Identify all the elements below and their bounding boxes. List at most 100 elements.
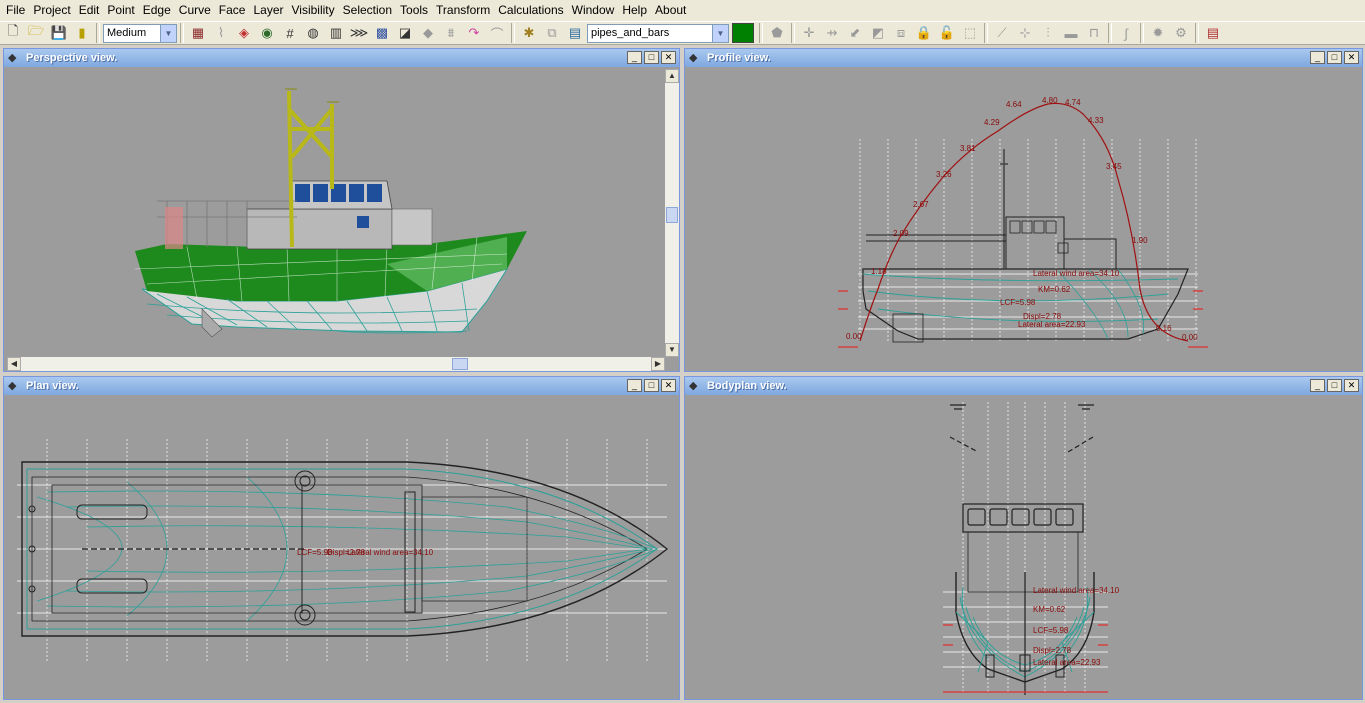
extrude-icon[interactable]: ⬋ — [844, 22, 866, 44]
profile-canvas[interactable]: 0.00 1.18 2.09 2.67 3.26 3.81 4.29 4.64 4.80 4.74… — [688, 69, 1360, 369]
face-icon[interactable]: ◩ — [867, 22, 889, 44]
close-button[interactable]: ✕ — [661, 379, 676, 392]
menu-item-window[interactable]: Window — [568, 0, 619, 21]
markers-icon[interactable]: ◉ — [256, 22, 278, 44]
layer-props-icon[interactable]: ⧉ — [541, 22, 563, 44]
new-icon[interactable]: 🗋 — [2, 22, 24, 44]
stations-icon[interactable]: ▥ — [325, 22, 347, 44]
menu-item-face[interactable]: Face — [215, 0, 250, 21]
close-button[interactable]: ✕ — [1344, 51, 1359, 64]
save-icon[interactable]: 💾 — [48, 22, 70, 44]
diagonals-icon[interactable]: ◪ — [394, 22, 416, 44]
curve-value-label: 4.29 — [984, 118, 1000, 127]
scroll-up-button[interactable]: ▲ — [665, 69, 679, 83]
menu-item-calculations[interactable]: Calculations — [494, 0, 567, 21]
perspective-canvas[interactable] — [7, 69, 665, 357]
insert-edge-icon[interactable]: ⟋ — [991, 22, 1013, 44]
layer-select[interactable]: pipes_and_bars ▼ — [587, 23, 729, 43]
collapse-icon[interactable]: ⇸ — [821, 22, 843, 44]
window-titlebar[interactable]: ◆ Perspective view. — [4, 49, 679, 67]
minimize-button[interactable]: _ — [627, 379, 642, 392]
menu-item-tools[interactable]: Tools — [396, 0, 432, 21]
minimize-button[interactable]: _ — [1310, 379, 1325, 392]
new-curve-icon[interactable]: ∫ — [1115, 22, 1137, 44]
hydrostatic-annotation: Lateral wind area=34.10 — [347, 548, 434, 557]
open-icon[interactable]: 🗁 — [25, 22, 47, 44]
horizontal-scrollbar[interactable]: ◀ ▶ — [7, 357, 665, 371]
design-hydrostatics-icon[interactable]: ▤ — [1202, 22, 1224, 44]
precision-select[interactable]: Medium ▼ — [103, 23, 177, 43]
close-button[interactable]: ✕ — [661, 51, 676, 64]
edge-crease-icon[interactable]: ▬ — [1060, 22, 1082, 44]
minimize-button[interactable]: _ — [627, 51, 642, 64]
window-titlebar[interactable]: ◆ Plan view. — [4, 377, 679, 395]
menu-item-transform[interactable]: Transform — [432, 0, 494, 21]
menu-item-help[interactable]: Help — [618, 0, 651, 21]
maximize-button[interactable]: □ — [1327, 51, 1342, 64]
layer-visibility-icon[interactable]: ✱ — [518, 22, 540, 44]
menu-item-selection[interactable]: Selection — [339, 0, 396, 21]
curve-value-label: 4.64 — [1006, 100, 1022, 109]
waterlines-icon[interactable]: ▩ — [371, 22, 393, 44]
menu-item-about[interactable]: About — [651, 0, 690, 21]
window-titlebar[interactable]: ◆ Profile view. — [685, 49, 1362, 67]
unlock-icon[interactable]: 🔓 — [936, 22, 958, 44]
hydrostatics-icon[interactable]: ◆ — [417, 22, 439, 44]
scroll-left-button[interactable]: ◀ — [7, 357, 21, 371]
menu-item-edit[interactable]: Edit — [75, 0, 104, 21]
settings-icon[interactable]: ⚙ — [1170, 22, 1192, 44]
scroll-right-button[interactable]: ▶ — [651, 357, 665, 371]
layer-assign-icon[interactable]: ⧈ — [890, 22, 912, 44]
menu-item-project[interactable]: Project — [29, 0, 74, 21]
window-icon: ◆ — [8, 380, 17, 392]
menu-item-point[interactable]: Point — [103, 0, 138, 21]
unlock-all-icon[interactable]: ⬚ — [959, 22, 981, 44]
curve-value-label: 0.00 — [846, 332, 862, 341]
menu-item-curve[interactable]: Curve — [175, 0, 215, 21]
menu-item-visibility[interactable]: Visibility — [288, 0, 339, 21]
menu-item-file[interactable]: File — [2, 0, 29, 21]
maximize-button[interactable]: □ — [644, 51, 659, 64]
spline-icon[interactable]: ⌒ — [486, 22, 508, 44]
vertical-scrollbar[interactable]: ▲ ▼ — [665, 69, 679, 357]
layer-color-icon[interactable]: ▤ — [564, 22, 586, 44]
menu-item-layer[interactable]: Layer — [249, 0, 287, 21]
curve-value-label: 1.90 — [1132, 236, 1148, 245]
split-edge-icon[interactable]: ⊹ — [1014, 22, 1036, 44]
curve-pink-icon[interactable]: ↷ — [463, 22, 485, 44]
scroll-thumb[interactable] — [452, 358, 468, 370]
close-button[interactable]: ✕ — [1344, 379, 1359, 392]
maximize-button[interactable]: □ — [1327, 379, 1342, 392]
curve-value-label: 4.74 — [1065, 98, 1081, 107]
lock-icon[interactable]: 🔒 — [913, 22, 935, 44]
exit-icon[interactable]: ▮ — [71, 22, 93, 44]
chevron-down-icon[interactable]: ▼ — [712, 24, 728, 42]
hydrostatic-annotation: Lateral wind area=34.10 — [1033, 586, 1120, 595]
interior-edges-icon[interactable]: ⌇ — [210, 22, 232, 44]
plan-canvas[interactable]: LCF=5.98 Displ=2.78 Lateral wind area=34.1… — [7, 397, 677, 697]
menu-item-edge[interactable]: Edge — [139, 0, 175, 21]
curvature-icon[interactable]: ◈ — [233, 22, 255, 44]
new-face-icon[interactable]: ⬟ — [766, 22, 788, 44]
collapse-edge-icon[interactable]: ⊓ — [1083, 22, 1105, 44]
control-net-icon[interactable]: ▦ — [187, 22, 209, 44]
scroll-down-button[interactable]: ▼ — [665, 343, 679, 357]
buttocks-icon[interactable]: ⋙ — [348, 22, 370, 44]
flowlines-icon[interactable]: ◍ — [302, 22, 324, 44]
curve-value-label: 3.81 — [960, 144, 976, 153]
extrude-edge-icon[interactable]: ⫶ — [1037, 22, 1059, 44]
frames-icon[interactable]: ⩩ — [440, 22, 462, 44]
curve-value-label: 2.67 — [913, 200, 929, 209]
window-titlebar[interactable]: ◆ Bodyplan view. — [685, 377, 1362, 395]
hydrostatic-annotation: Lateral area=22.93 — [1018, 320, 1086, 329]
scroll-thumb[interactable] — [666, 207, 678, 223]
maximize-button[interactable]: □ — [644, 379, 659, 392]
minimize-button[interactable]: _ — [1310, 51, 1325, 64]
layer-color-swatch[interactable] — [732, 23, 754, 43]
hydrostatics-calc-icon[interactable]: ✹ — [1147, 22, 1169, 44]
chevron-down-icon[interactable]: ▼ — [160, 24, 176, 42]
add-point-icon[interactable]: ✛ — [798, 22, 820, 44]
bodyplan-canvas[interactable]: Lateral wind area=34.10 KM=0.62 LCF=5.98 Di… — [688, 397, 1360, 697]
bodyplan-window: ◆ Bodyplan view. _ □ ✕ Lateral wind area… — [684, 376, 1363, 700]
grid-icon[interactable]: # — [279, 22, 301, 44]
